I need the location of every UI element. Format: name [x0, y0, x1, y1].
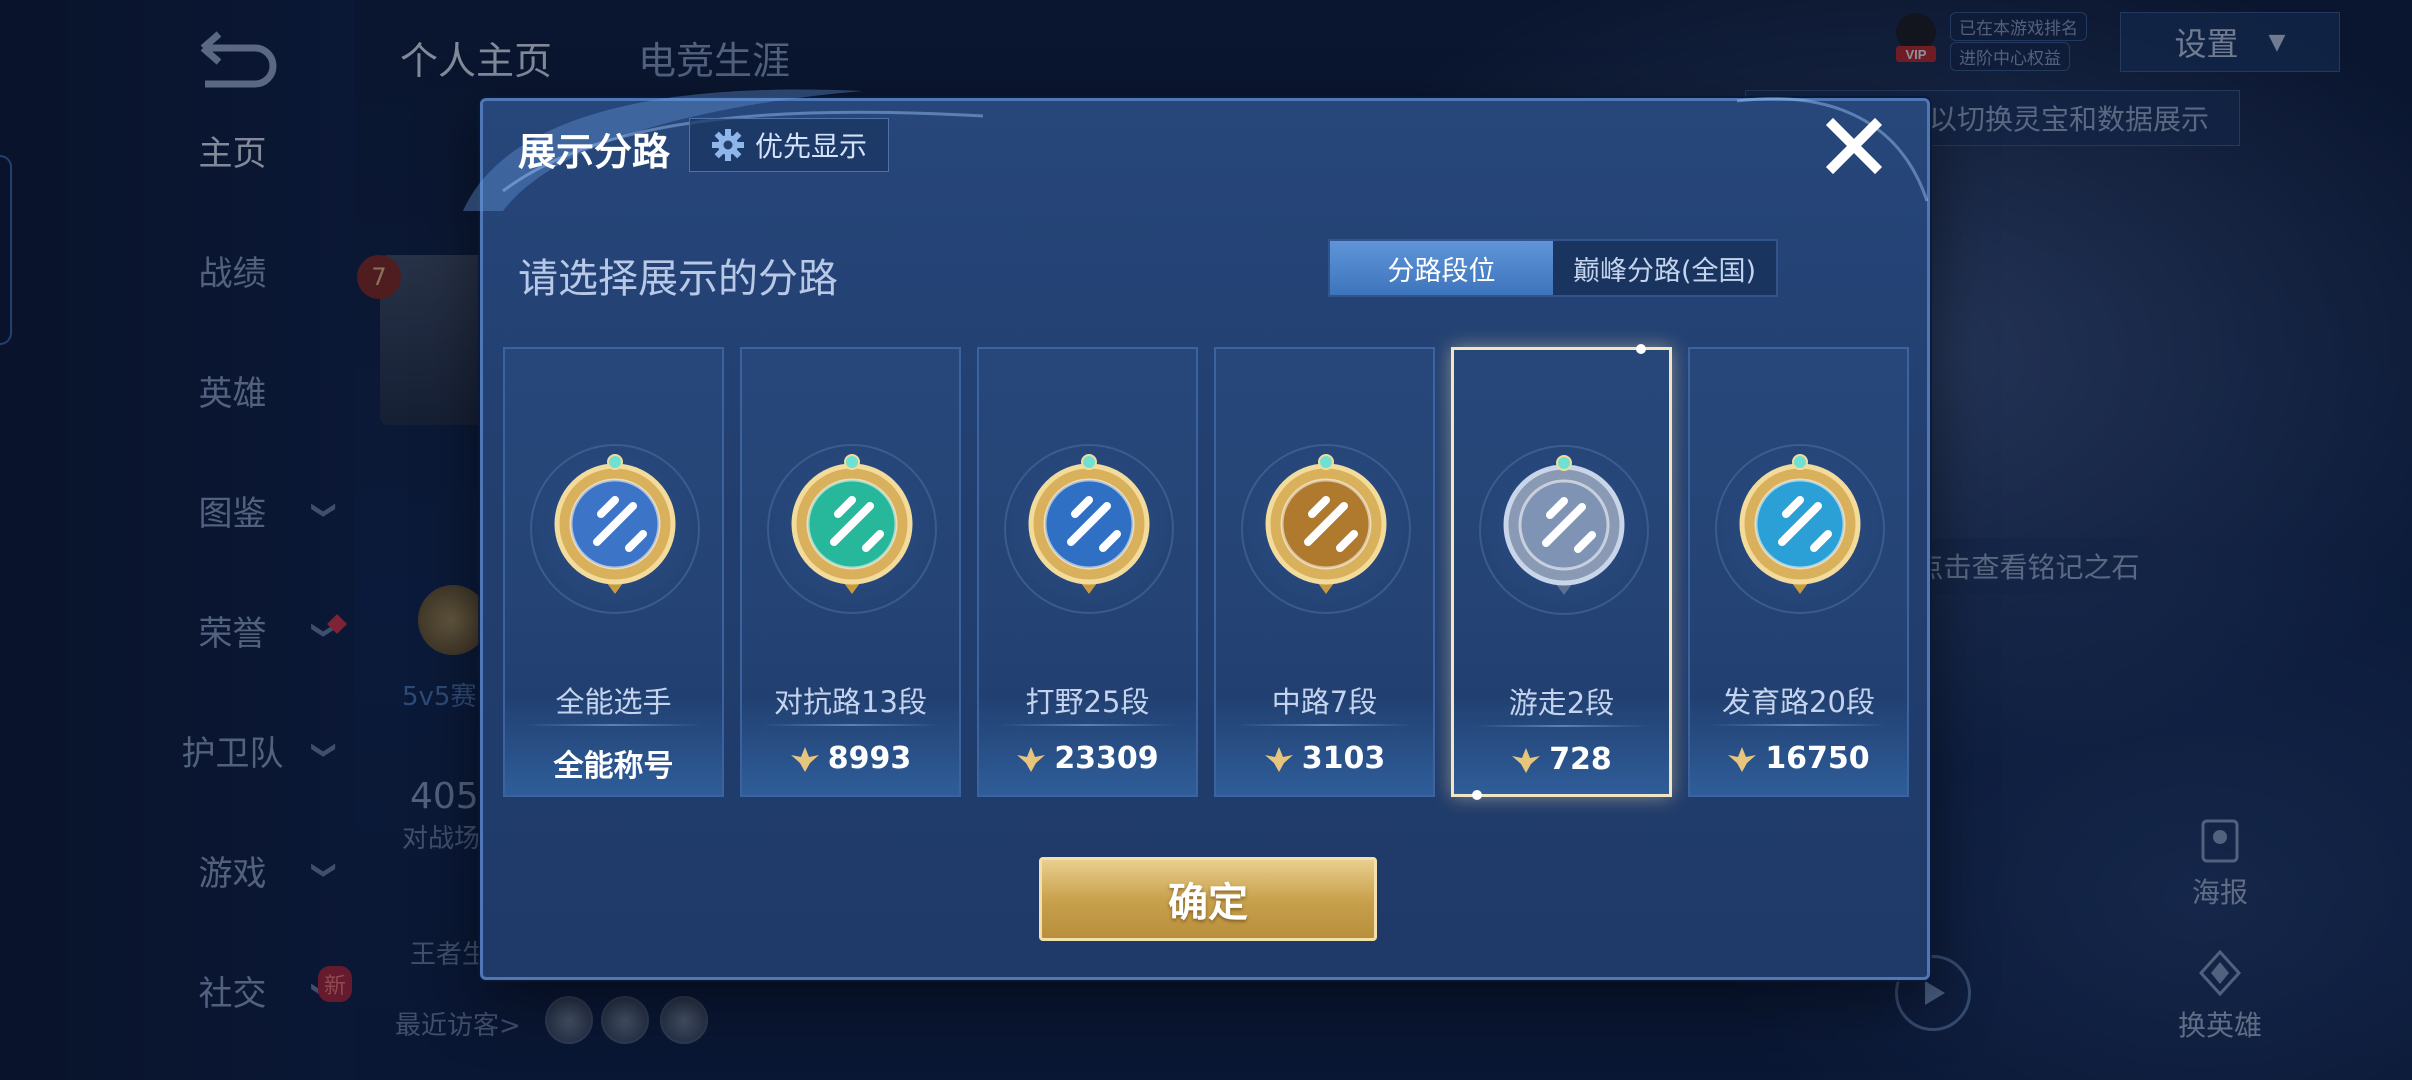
dialog-title: 展示分路: [518, 130, 671, 174]
close-button[interactable]: [1821, 113, 1887, 179]
rank-wing-icon: [1512, 747, 1541, 773]
lane-score: 23309: [979, 741, 1196, 776]
divider: [1236, 724, 1413, 726]
rank-wing-icon: [790, 746, 819, 772]
rank-wing-icon: [1017, 746, 1046, 772]
divider: [1710, 724, 1887, 726]
lane-name: 全能选手: [555, 685, 672, 719]
lane-score-value: 728: [1549, 742, 1612, 777]
jungle-emblem-icon: [1028, 454, 1150, 594]
lane-score: 3103: [1216, 741, 1433, 776]
selection-corner-dot: [1636, 344, 1646, 354]
lane-name: 打野25段: [1025, 685, 1150, 719]
lane-card[interactable]: 对抗路13段 8993: [740, 347, 961, 797]
gear-icon: [711, 129, 744, 161]
divider: [1474, 725, 1649, 727]
lane-score-value: 23309: [1054, 741, 1159, 776]
lane-card[interactable]: 全能选手 全能称号: [503, 347, 724, 797]
lane-card[interactable]: 打野25段 23309: [977, 347, 1198, 797]
roam-emblem-icon: [1503, 455, 1625, 595]
priority-display-button[interactable]: 优先显示: [689, 118, 889, 172]
rank-wing-icon: [1728, 746, 1757, 772]
divider: [762, 724, 939, 726]
selection-corner-dot: [1472, 790, 1482, 800]
lane-score: 728: [1454, 742, 1669, 777]
lane-display-dialog: 展示分路 优先显示 请选择展示的分路 分路段位 巅峰分路(全国) 全能选手全能称…: [463, 89, 1930, 980]
close-icon: [1825, 117, 1883, 175]
rank-wing-icon: [1264, 746, 1293, 772]
lane-score-value: 8993: [827, 741, 912, 776]
farm-lane-emblem-icon: [1739, 454, 1861, 594]
lane-score-value: 16750: [1765, 741, 1870, 776]
priority-display-label: 优先显示: [754, 130, 867, 163]
lane-card-list: 全能选手 全能称号 对抗路13段 8993 打野25段 23309 中路7段 3103 游走2段…: [503, 344, 1909, 800]
toggle-lane-rank[interactable]: 分路段位: [1330, 241, 1553, 295]
divider: [525, 724, 702, 726]
lane-score-value: 全能称号: [553, 749, 674, 784]
lane-name: 游走2段: [1508, 686, 1615, 720]
lane-score: 全能称号: [505, 741, 722, 785]
allround-emblem-icon: [554, 454, 676, 594]
lane-name: 发育路20段: [1722, 685, 1875, 719]
mid-lane-emblem-icon: [1265, 454, 1387, 594]
divider: [999, 724, 1176, 726]
confirm-button[interactable]: 确定: [1039, 857, 1377, 941]
lane-name: 对抗路13段: [774, 685, 927, 719]
lane-score: 8993: [742, 741, 959, 776]
lane-score: 16750: [1690, 741, 1907, 776]
toggle-peak-lane-national[interactable]: 巅峰分路(全国): [1553, 241, 1776, 295]
lane-score-value: 3103: [1301, 741, 1386, 776]
clash-lane-emblem-icon: [791, 454, 913, 594]
display-mode-toggle: 分路段位 巅峰分路(全国): [1328, 239, 1778, 297]
lane-card[interactable]: 中路7段 3103: [1214, 347, 1435, 797]
select-lane-prompt: 请选择展示的分路: [518, 256, 838, 302]
lane-card[interactable]: 发育路20段 16750: [1688, 347, 1909, 797]
lane-name: 中路7段: [1271, 685, 1378, 719]
lane-card[interactable]: 游走2段 728: [1451, 344, 1672, 800]
